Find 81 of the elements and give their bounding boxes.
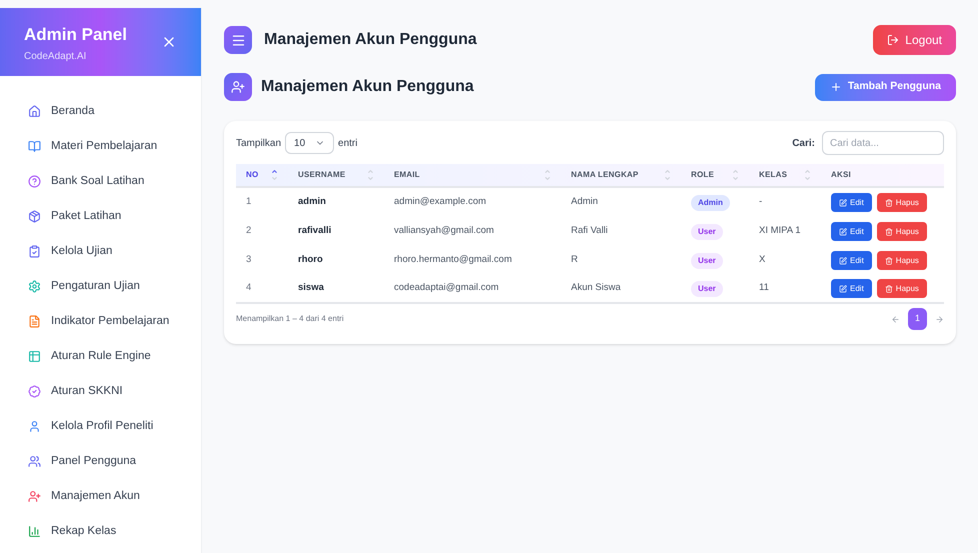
table-summary: Menampilkan 1 – 4 dari 4 entri bbox=[236, 313, 344, 325]
sidebar-item[interactable]: Pengaturan Ujian bbox=[0, 269, 201, 304]
trash-icon bbox=[884, 284, 893, 292]
edit-button[interactable]: Edit bbox=[831, 251, 872, 270]
sidebar-item[interactable]: Kelola Profil Peneliti bbox=[0, 409, 201, 444]
column-header: USERNAME bbox=[298, 169, 346, 181]
page-button[interactable]: 1 bbox=[908, 308, 927, 330]
sort-icon[interactable] bbox=[271, 168, 278, 182]
column-header: KELAS bbox=[759, 169, 788, 181]
edit-button[interactable]: Edit bbox=[831, 222, 872, 241]
trash-icon bbox=[884, 228, 893, 236]
sidebar-item[interactable]: Manajemen Akun bbox=[0, 479, 201, 514]
edit-icon bbox=[839, 284, 847, 292]
table-cell: admin bbox=[298, 196, 326, 208]
sidebar-item[interactable]: Aturan SKKNI bbox=[0, 374, 201, 409]
menu-icon bbox=[230, 32, 246, 48]
sidebar-title: Admin Panel bbox=[24, 25, 127, 45]
table-cell: Rafi Valli bbox=[571, 225, 608, 236]
logout-button[interactable]: Logout bbox=[873, 25, 956, 55]
sidebar-item[interactable]: Bank Soal Latihan bbox=[0, 164, 201, 199]
trash-icon bbox=[884, 256, 893, 264]
next-page-icon[interactable] bbox=[935, 314, 944, 324]
sidebar-item[interactable]: Rekap Kelas bbox=[0, 514, 201, 549]
header-title: Manajemen Akun Pengguna bbox=[264, 30, 477, 50]
sidebar-subtitle: CodeAdapt.AI bbox=[24, 50, 88, 64]
search-field[interactable]: Cari data... bbox=[822, 131, 944, 155]
table-cell: 11 bbox=[759, 282, 769, 294]
plus-icon bbox=[830, 81, 842, 93]
table-cell: XI MIPA 1 bbox=[759, 225, 801, 236]
edit-button[interactable]: Edit bbox=[831, 193, 872, 212]
table-cell: Admin bbox=[571, 196, 598, 208]
delete-button[interactable]: Hapus bbox=[876, 222, 927, 241]
sidebar-item[interactable]: Materi Pembelajaran bbox=[0, 129, 201, 164]
table-cell: - bbox=[759, 196, 762, 208]
table-cell: Akun Siswa bbox=[571, 282, 621, 294]
edit-icon bbox=[839, 256, 847, 264]
delete-button[interactable]: Hapus bbox=[876, 193, 927, 212]
column-header: AKSI bbox=[831, 169, 851, 181]
show-label: Tampilkan bbox=[236, 136, 282, 150]
role-badge: Admin bbox=[691, 194, 730, 210]
table-cell: admin@example.com bbox=[394, 196, 486, 208]
table-cell: rhoro bbox=[298, 254, 323, 266]
role-badge: User bbox=[691, 224, 723, 240]
column-header: EMAIL bbox=[394, 169, 420, 181]
sidebar-item[interactable]: Paket Latihan bbox=[0, 199, 201, 234]
role-badge: User bbox=[691, 280, 723, 296]
table-cell: 4 bbox=[246, 282, 252, 294]
sidebar-item[interactable]: Aturan Rule Engine bbox=[0, 339, 201, 374]
sidebar-item[interactable]: Indikator Pembelajaran bbox=[0, 304, 201, 339]
page-title: Manajemen Akun Pengguna bbox=[261, 77, 474, 97]
table-cell: R bbox=[571, 254, 578, 266]
page-size-select[interactable]: 10 bbox=[285, 132, 334, 154]
logout-icon bbox=[887, 34, 900, 46]
table-cell: codeadaptai@gmail.com bbox=[394, 282, 499, 294]
column-header: NO bbox=[246, 169, 258, 181]
table-cell: rhoro.hermanto@gmail.com bbox=[394, 254, 512, 266]
table-cell: 3 bbox=[246, 254, 252, 266]
column-header: NAMA LENGKAP bbox=[571, 169, 638, 181]
entries-label: entri bbox=[338, 136, 358, 150]
search-label: Cari: bbox=[792, 136, 815, 150]
table-cell: X bbox=[759, 254, 766, 266]
sidebar-item[interactable]: Kelola Ujian bbox=[0, 234, 201, 269]
table-cell: valliansyah@gmail.com bbox=[394, 225, 494, 236]
add-user-button[interactable]: Tambah Pengguna bbox=[814, 74, 956, 100]
menu-button[interactable] bbox=[224, 26, 252, 54]
delete-button[interactable]: Hapus bbox=[876, 251, 927, 270]
edit-icon bbox=[839, 198, 847, 206]
column-header: ROLE bbox=[691, 169, 714, 181]
delete-button[interactable]: Hapus bbox=[876, 279, 927, 298]
edit-icon bbox=[839, 228, 847, 236]
table-cell: siswa bbox=[298, 282, 324, 294]
edit-button[interactable]: Edit bbox=[831, 279, 872, 298]
trash-icon bbox=[884, 198, 893, 206]
table-cell: 1 bbox=[246, 196, 252, 208]
table-cell: 2 bbox=[246, 225, 252, 236]
role-badge: User bbox=[691, 252, 723, 268]
previous-page-icon[interactable] bbox=[891, 314, 900, 324]
sidebar-item[interactable]: Beranda bbox=[0, 94, 201, 129]
user-plus-icon bbox=[224, 73, 252, 101]
sidebar-item[interactable]: Panel Pengguna bbox=[0, 444, 201, 479]
table-cell: rafivalli bbox=[298, 225, 332, 236]
